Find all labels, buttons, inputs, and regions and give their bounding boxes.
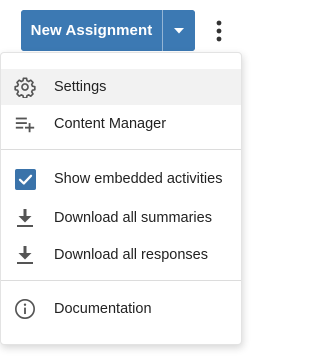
menu-item-content-manager[interactable]: Content Manager (1, 106, 241, 142)
more-options-button[interactable] (209, 15, 229, 47)
menu-item-label: Download all summaries (54, 210, 212, 226)
menu-item-show-embedded-activities[interactable]: Show embedded activities (1, 161, 241, 197)
caret-down-icon (174, 27, 184, 33)
new-assignment-label: New Assignment (30, 22, 153, 39)
menu-item-download-all-summaries[interactable]: Download all summaries (1, 200, 241, 236)
menu-item-label: Settings (54, 79, 107, 95)
screen: New Assignment Settings Content Manager … (0, 0, 253, 356)
menu-item-download-all-responses[interactable]: Download all responses (1, 237, 241, 273)
new-assignment-button[interactable]: New Assignment (21, 10, 162, 51)
download-icon (14, 207, 36, 229)
menu-item-label: Documentation (54, 301, 152, 317)
menu-item-label: Download all responses (54, 247, 208, 263)
info-icon (14, 298, 36, 320)
kebab-icon (216, 20, 222, 42)
menu-separator (1, 149, 241, 150)
menu-item-documentation[interactable]: Documentation (1, 291, 241, 327)
menu-item-label: Show embedded activities (54, 171, 223, 187)
download-icon (14, 244, 36, 266)
list-add-icon (14, 113, 36, 135)
gear-icon (14, 76, 36, 98)
menu-separator (1, 280, 241, 281)
checkbox-checked-icon[interactable] (14, 168, 36, 190)
menu-item-settings[interactable]: Settings (1, 69, 241, 105)
options-menu: Settings Content Manager Show embedded a… (0, 52, 242, 345)
new-assignment-dropdown-button[interactable] (163, 10, 195, 51)
new-assignment-split-button: New Assignment (21, 10, 195, 51)
menu-item-label: Content Manager (54, 116, 167, 132)
